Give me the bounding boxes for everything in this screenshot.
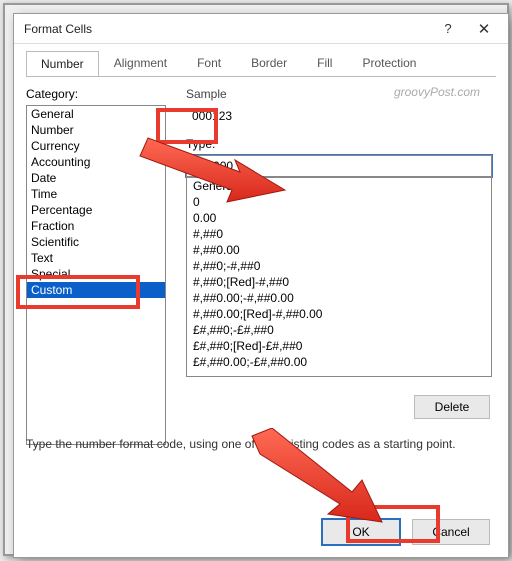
tab-panel-number: groovyPost.com Category: General Number … — [26, 76, 496, 466]
sample-value: 000123 — [186, 101, 486, 131]
dialog-title: Format Cells — [24, 22, 430, 36]
list-item[interactable]: #,##0.00 — [187, 242, 491, 258]
tab-alignment[interactable]: Alignment — [99, 50, 182, 76]
list-item[interactable]: 0.00 — [187, 210, 491, 226]
sample-label: Sample — [186, 87, 486, 101]
list-item[interactable]: £#,##0;-£#,##0 — [187, 322, 491, 338]
list-item[interactable]: Special — [27, 266, 165, 282]
format-cells-dialog: Format Cells ? ✕ Number Alignment Font B… — [13, 13, 509, 558]
list-item[interactable]: Accounting — [27, 154, 165, 170]
delete-button[interactable]: Delete — [414, 395, 490, 419]
type-input[interactable] — [186, 155, 492, 177]
format-list[interactable]: General 0 0.00 #,##0 #,##0.00 #,##0;-#,#… — [186, 177, 492, 377]
list-item[interactable]: #,##0;-#,##0 — [187, 258, 491, 274]
list-item[interactable]: Text — [27, 250, 165, 266]
tab-fill[interactable]: Fill — [302, 50, 347, 76]
list-item[interactable]: 0 — [187, 194, 491, 210]
cancel-button[interactable]: Cancel — [412, 519, 490, 545]
list-item[interactable]: #,##0 — [187, 226, 491, 242]
list-item[interactable]: Number — [27, 122, 165, 138]
list-item[interactable]: Date — [27, 170, 165, 186]
ok-button[interactable]: OK — [322, 519, 400, 545]
category-label: Category: — [26, 87, 78, 101]
tabs: Number Alignment Font Border Fill Protec… — [14, 44, 508, 76]
list-item[interactable]: #,##0.00;-#,##0.00 — [187, 290, 491, 306]
list-item[interactable]: General — [27, 106, 165, 122]
hint-text: Type the number format code, using one o… — [26, 437, 456, 451]
tab-font[interactable]: Font — [182, 50, 236, 76]
list-item[interactable]: Fraction — [27, 218, 165, 234]
list-item[interactable]: £#,##0.00;-£#,##0.00 — [187, 354, 491, 370]
list-item[interactable]: Scientific — [27, 234, 165, 250]
list-item[interactable]: £#,##0;[Red]-£#,##0 — [187, 338, 491, 354]
category-list[interactable]: General Number Currency Accounting Date … — [26, 105, 166, 445]
help-button[interactable]: ? — [430, 17, 466, 41]
list-item[interactable]: General — [187, 178, 491, 194]
list-item[interactable]: Time — [27, 186, 165, 202]
list-item[interactable]: #,##0;[Red]-#,##0 — [187, 274, 491, 290]
list-item[interactable]: Percentage — [27, 202, 165, 218]
close-button[interactable]: ✕ — [466, 17, 502, 41]
list-item[interactable]: #,##0.00;[Red]-#,##0.00 — [187, 306, 491, 322]
tab-protection[interactable]: Protection — [347, 50, 431, 76]
tab-border[interactable]: Border — [236, 50, 302, 76]
type-label: Type: — [186, 137, 215, 151]
tab-number[interactable]: Number — [26, 51, 99, 77]
list-item[interactable]: Currency — [27, 138, 165, 154]
titlebar: Format Cells ? ✕ — [14, 14, 508, 44]
list-item-custom[interactable]: Custom — [27, 282, 165, 298]
